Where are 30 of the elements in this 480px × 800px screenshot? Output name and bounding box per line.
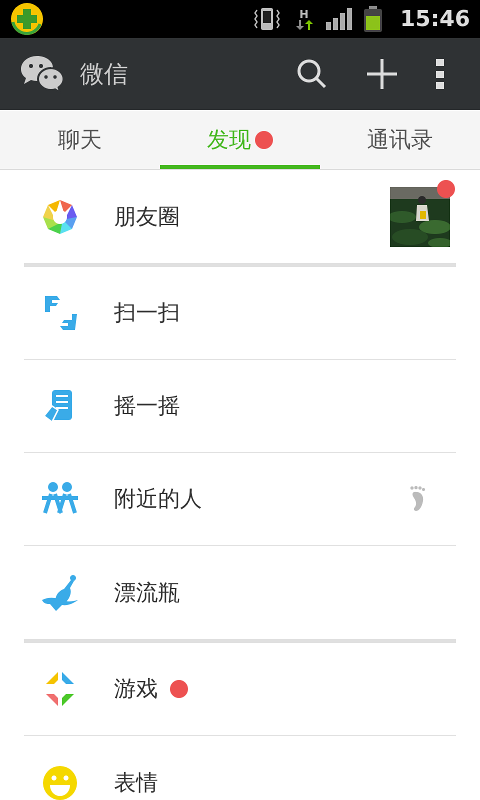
menu-item[interactable]: 表情 xyxy=(24,736,456,800)
signal-icon xyxy=(326,8,352,30)
plus-icon[interactable] xyxy=(366,58,398,90)
network-type-label: H xyxy=(299,8,309,20)
menu-item-label: 扫一扫 xyxy=(114,300,180,328)
menu-item[interactable]: 摇一摇 xyxy=(24,360,456,453)
menu-item-label: 朋友圈 xyxy=(114,204,180,232)
vibrate-icon xyxy=(252,6,282,32)
menu-item[interactable]: 朋友圈 xyxy=(24,170,456,263)
menu-item-label: 附近的人 xyxy=(114,486,202,514)
menu-item[interactable]: 游戏 xyxy=(24,643,456,736)
menu-item[interactable]: 漂流瓶 xyxy=(24,546,456,639)
tab[interactable]: 聊天 xyxy=(0,110,160,169)
menu-item[interactable]: 附近的人 xyxy=(24,453,456,546)
menu-item-label: 游戏 xyxy=(114,676,158,704)
menu-icon[interactable] xyxy=(436,59,444,89)
plus-badge-icon xyxy=(10,2,44,36)
menu-item-label: 摇一摇 xyxy=(114,393,180,421)
footprint-icon xyxy=(410,486,426,512)
search-icon[interactable] xyxy=(296,58,328,90)
tab[interactable]: 通讯录 xyxy=(320,110,480,169)
battery-icon xyxy=(364,6,382,32)
app-title: 微信 xyxy=(80,59,128,90)
smiley-icon xyxy=(42,764,78,800)
clock-time: 15:46 xyxy=(400,6,470,32)
aperture-icon xyxy=(42,198,78,234)
menu-item[interactable]: 扫一扫 xyxy=(24,267,456,360)
data-arrows-icon xyxy=(294,20,313,30)
menu-item-label: 漂流瓶 xyxy=(114,580,180,608)
menu-item-label: 表情 xyxy=(114,770,158,798)
